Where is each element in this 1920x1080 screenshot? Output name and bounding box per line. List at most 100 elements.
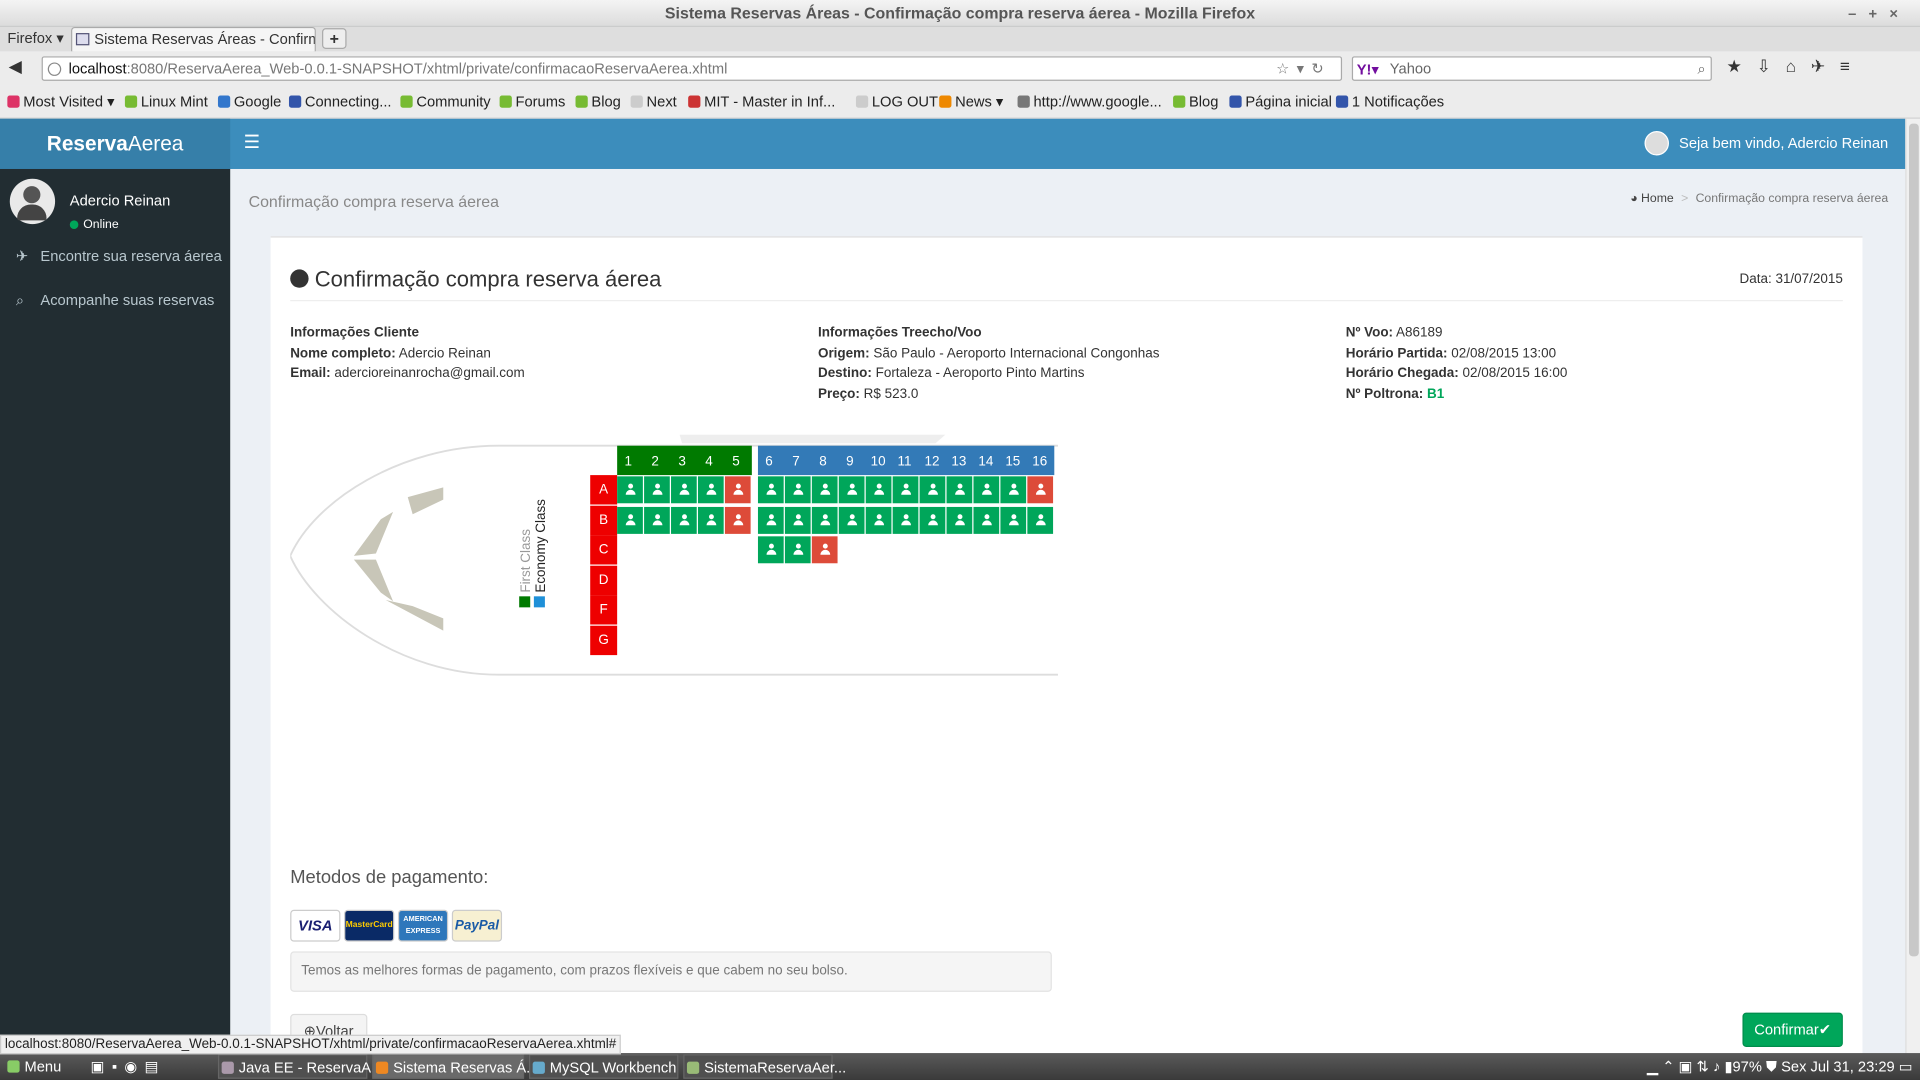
origin-label: Origem: <box>817 345 870 361</box>
seat-a13[interactable] <box>946 476 973 504</box>
bookmark-item[interactable]: Most Visited ▾ <box>7 93 114 110</box>
start-menu-button[interactable]: Menu <box>5 1054 66 1078</box>
window-controls[interactable]: –+× <box>1848 0 1910 27</box>
seat-number: B1 <box>1426 386 1445 402</box>
bookmark-item[interactable]: http://www.google... <box>1017 93 1162 110</box>
app-header: ReservaAerea ☰ Seja bem vindo, Adercio R… <box>0 118 1906 169</box>
back-arrow-icon[interactable]: ◀ <box>9 56 22 77</box>
bookmark-item[interactable]: Forums <box>499 93 565 110</box>
bookmark-item[interactable]: Community <box>400 93 491 110</box>
logo-light: Aerea <box>127 132 184 156</box>
seat-a9[interactable] <box>838 476 865 504</box>
bookmark-item[interactable]: Blog <box>575 93 621 110</box>
taskbar-item-java[interactable]: Java EE - ReservaA... <box>217 1054 383 1079</box>
seat-b7[interactable] <box>784 506 811 534</box>
seat-a3[interactable] <box>671 476 697 504</box>
seat-b9[interactable] <box>838 506 865 534</box>
user-menu[interactable]: Seja bem vindo, Adercio Reinan <box>1644 119 1888 169</box>
seat-a15[interactable] <box>1000 476 1027 504</box>
person-icon <box>819 513 830 525</box>
seat-a6[interactable] <box>757 476 784 504</box>
url-path: :8080/ReservaAerea_Web-0.0.1-SNAPSHOT/xh… <box>126 60 728 78</box>
search-input[interactable]: Y!▾ Yahoo ⌕ <box>1351 56 1712 81</box>
seat-a5 <box>724 476 751 504</box>
taskbar-label: SistemaReservaAer... <box>704 1059 847 1077</box>
scrollbar[interactable] <box>1905 118 1920 1054</box>
seat-b12[interactable] <box>919 506 946 534</box>
bookmark-item[interactable]: LOG OUT <box>855 93 938 110</box>
seat-c6[interactable] <box>757 536 784 564</box>
bookmark-icon <box>1173 95 1186 108</box>
seat-a12[interactable] <box>919 476 946 504</box>
seat-a1[interactable] <box>617 476 643 504</box>
seat-a7[interactable] <box>784 476 811 504</box>
seat-c7[interactable] <box>784 536 811 564</box>
url-bar[interactable]: localhost:8080/ReservaAerea_Web-0.0.1-SN… <box>41 56 1343 81</box>
sidebar-item-find[interactable]: ✈ Encontre sua reserva áerea <box>0 238 230 275</box>
bookmark-item[interactable]: Google <box>217 93 281 110</box>
app-logo[interactable]: ReservaAerea <box>0 118 231 169</box>
seat-b15[interactable] <box>1000 506 1027 534</box>
taskbar-item-firefox[interactable]: Sistema Reservas Á... <box>372 1054 538 1079</box>
sidebar-item-track[interactable]: ⌕ Acompanhe suas reservas <box>0 282 230 319</box>
system-tray[interactable]: ▁ ⌃ ▣ ⇅ ♪ ▮97% ⛊ Sex Jul 31, 23:29 ▭ <box>1647 1053 1913 1080</box>
bookmark-item[interactable]: 1 Notificações <box>1335 93 1444 110</box>
seat-b8[interactable] <box>811 506 838 534</box>
seat-a10[interactable] <box>865 476 892 504</box>
seat-b11[interactable] <box>892 506 919 534</box>
destination-label: Destino: <box>817 366 872 381</box>
seat-a14[interactable] <box>973 476 1000 504</box>
seat-b13[interactable] <box>946 506 973 534</box>
column-number: 5 <box>732 454 740 469</box>
person-icon <box>792 513 803 525</box>
search-placeholder: Yahoo <box>1389 60 1432 78</box>
scrollbar-thumb[interactable] <box>1908 123 1919 957</box>
bookmark-item[interactable]: News ▾ <box>939 93 1003 110</box>
seat-b16[interactable] <box>1027 506 1054 534</box>
seat-b6[interactable] <box>757 506 784 534</box>
folder-icon <box>686 1061 700 1074</box>
seat-b4[interactable] <box>697 506 724 534</box>
invoice-date: Data: 31/07/2015 <box>1739 271 1843 287</box>
seat-a8[interactable] <box>811 476 838 504</box>
row-label: B <box>590 505 618 535</box>
url-actions[interactable]: ☆▾↻ <box>1276 58 1331 80</box>
bookmark-icon <box>630 95 643 108</box>
clock: Sex Jul 31, 23:29 <box>1781 1057 1895 1076</box>
row-label: C <box>590 535 618 565</box>
seat-b3[interactable] <box>671 506 697 534</box>
toolbar-icons[interactable]: ★⇩⌂✈≡ <box>1727 56 1865 77</box>
confirm-button[interactable]: Confirmar✔ <box>1742 1012 1843 1047</box>
client-heading: Informações Cliente <box>290 325 419 341</box>
seat-b1[interactable] <box>617 506 643 534</box>
bookmark-label: News ▾ <box>955 93 1004 111</box>
seat-b2[interactable] <box>644 506 670 534</box>
seat-a4[interactable] <box>697 476 724 504</box>
bookmark-item[interactable]: Página inicial <box>1229 93 1332 110</box>
person-icon <box>625 513 635 525</box>
flight-number: A86189 <box>1396 325 1443 341</box>
bookmark-item[interactable]: Linux Mint <box>124 93 208 110</box>
search-icon[interactable]: ⌕ <box>1697 58 1705 80</box>
firefox-menu-button[interactable]: Firefox ▾ <box>7 27 63 49</box>
breadcrumb-home[interactable]: Home <box>1641 192 1674 205</box>
column-number: 16 <box>1032 454 1048 469</box>
flight-heading: Informações Treecho/Voo <box>817 325 982 341</box>
taskbar-item-folder[interactable]: SistemaReservaAer... <box>683 1054 846 1079</box>
seat-b10[interactable] <box>865 506 892 534</box>
bookmark-item[interactable]: Connecting... <box>288 93 391 110</box>
bookmark-item[interactable]: Next <box>630 93 677 110</box>
quick-launch[interactable]: ▣▪◉▤ <box>71 1054 171 1078</box>
seat-a11[interactable] <box>892 476 919 504</box>
column-number: 7 <box>792 454 800 469</box>
tab-active[interactable]: Sistema Reservas Áreas - Confirma... <box>71 26 316 52</box>
seat-a2[interactable] <box>644 476 670 504</box>
seat-b14[interactable] <box>973 506 1000 534</box>
taskbar-item-mysql[interactable]: MySQL Workbench <box>528 1054 679 1079</box>
url-host: localhost <box>68 60 127 78</box>
menu-toggle-icon[interactable]: ☰ <box>244 131 260 153</box>
bookmark-item[interactable]: MIT - Master in Inf... <box>688 93 835 110</box>
new-tab-button[interactable]: + <box>322 28 347 49</box>
bookmark-item[interactable]: Blog <box>1173 93 1218 110</box>
person-icon <box>1008 483 1019 495</box>
